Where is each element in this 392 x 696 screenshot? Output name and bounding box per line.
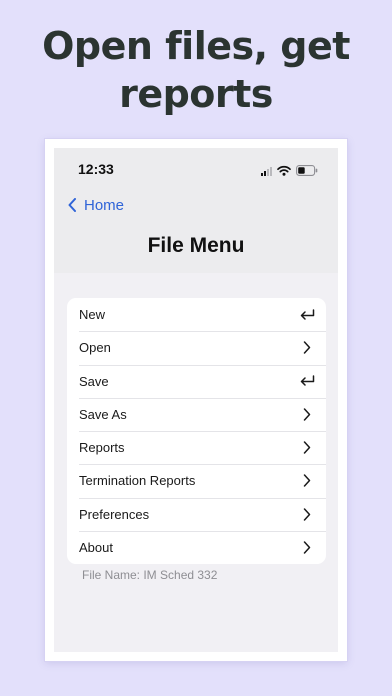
- file-name-label: File Name: IM Sched 332: [82, 568, 218, 582]
- page-title: File Menu: [147, 234, 245, 257]
- menu-item-label: Termination Reports: [79, 473, 196, 489]
- chevron-right-icon: [299, 408, 315, 421]
- cellular-signal-icon: [261, 167, 272, 176]
- back-button-label: Home: [84, 196, 125, 214]
- battery-icon: [296, 165, 318, 176]
- chevron-right-icon: [299, 474, 315, 488]
- chevron-right-icon: [299, 507, 315, 521]
- back-button[interactable]: Home: [68, 194, 124, 216]
- menu-item-label: Save: [79, 373, 109, 389]
- device-frame: 12:33 Home File Menu New Open Save Save …: [45, 139, 347, 661]
- menu-item-new[interactable]: New: [67, 298, 326, 331]
- menu-item-label: Open: [79, 340, 111, 356]
- status-icons: [261, 164, 318, 176]
- wifi-icon: [277, 165, 291, 176]
- menu-item-label: Preferences: [79, 506, 150, 522]
- promo-headline: Open files, get reports: [0, 22, 392, 118]
- menu-item-label: New: [79, 307, 106, 323]
- chevron-right-icon: [299, 441, 315, 454]
- promo-headline-line2: reports: [119, 72, 273, 116]
- menu-item-reports[interactable]: Reports: [67, 431, 326, 464]
- file-menu-list: New Open Save Save As Reports Terminatio…: [67, 298, 326, 564]
- promo-headline-line1: Open files, get: [42, 24, 350, 68]
- menu-item-open[interactable]: Open: [67, 331, 326, 364]
- menu-item-preferences[interactable]: Preferences: [67, 497, 326, 531]
- app-screen: 12:33 Home File Menu New Open Save Save …: [54, 148, 338, 652]
- menu-item-label: Reports: [79, 440, 125, 456]
- return-icon: [299, 375, 315, 387]
- chevron-right-icon: [299, 341, 315, 355]
- menu-item-save-as[interactable]: Save As: [67, 397, 326, 431]
- chevron-right-icon: [299, 541, 315, 554]
- menu-item-termination-reports[interactable]: Termination Reports: [67, 464, 326, 497]
- return-icon: [299, 308, 315, 321]
- menu-item-label: About: [79, 539, 113, 555]
- chevron-left-icon: [68, 198, 76, 212]
- menu-item-save[interactable]: Save: [67, 364, 326, 398]
- menu-item-label: Save As: [79, 406, 127, 422]
- status-time: 12:33: [78, 161, 114, 177]
- menu-item-about[interactable]: About: [67, 530, 326, 564]
- navigation-header: 12:33 Home File Menu: [54, 148, 338, 273]
